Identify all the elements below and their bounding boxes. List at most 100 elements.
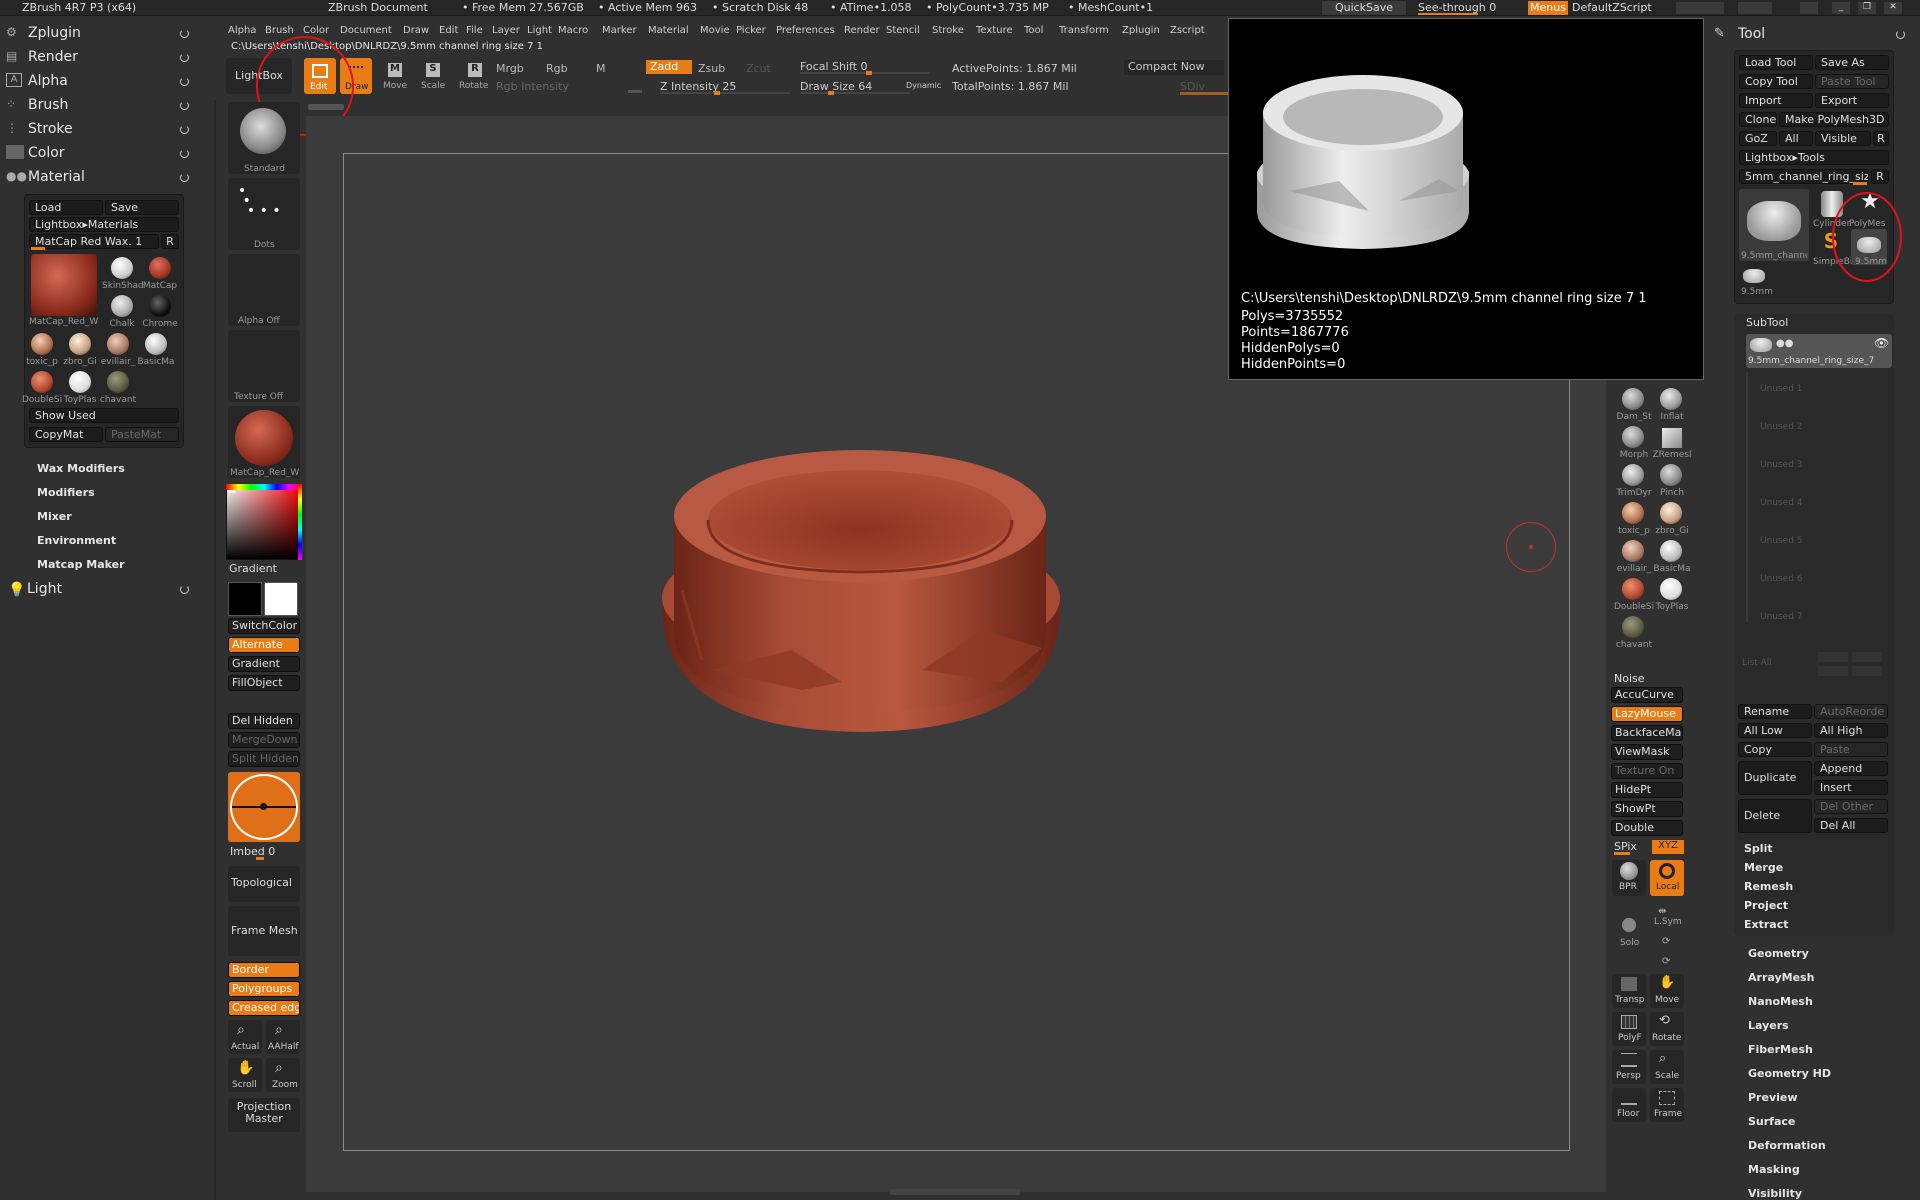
toyplastic-swatch[interactable] xyxy=(69,371,91,393)
frame-button[interactable]: Frame xyxy=(1650,1088,1684,1122)
refresh-icon[interactable] xyxy=(180,173,189,182)
main-color-swatch[interactable] xyxy=(228,582,262,616)
copy-tool-button[interactable]: Copy Tool xyxy=(1739,74,1813,89)
mergedown-button[interactable]: MergeDown xyxy=(228,732,300,748)
toyplastic-material[interactable] xyxy=(1660,578,1682,600)
scroll-button[interactable]: ✋ Scroll xyxy=(228,1058,262,1092)
persp-button[interactable]: Persp xyxy=(1612,1050,1646,1084)
skinshade-swatch[interactable] xyxy=(111,257,133,279)
aahalf-button[interactable]: ⌕ AAHalf xyxy=(266,1020,300,1054)
refresh-icon[interactable] xyxy=(1896,30,1905,39)
restore-icon[interactable]: ❐ xyxy=(1858,2,1876,14)
menu-movie[interactable]: Movie xyxy=(700,25,730,36)
border-button[interactable]: Border xyxy=(228,962,300,978)
save-material-button[interactable]: Save xyxy=(105,200,179,215)
switchcolor-button[interactable]: SwitchColor xyxy=(228,618,300,634)
refresh-icon[interactable] xyxy=(180,125,189,134)
close-icon[interactable]: ✕ xyxy=(1884,2,1902,14)
floor-button[interactable]: Floor xyxy=(1612,1088,1646,1122)
menu-material-left[interactable]: Material xyxy=(28,169,85,185)
skin-buttons[interactable] xyxy=(1738,2,1772,14)
toxic-material[interactable] xyxy=(1622,502,1644,524)
tool-title[interactable]: Tool xyxy=(1738,26,1765,42)
solo-button[interactable]: Solo xyxy=(1612,914,1646,950)
rgb-button[interactable]: Rgb xyxy=(546,62,568,75)
all-low-button[interactable]: All Low xyxy=(1738,723,1812,738)
toxic-swatch[interactable] xyxy=(31,333,53,355)
visible-button[interactable]: Visible xyxy=(1815,131,1871,146)
project-submenu[interactable]: Project xyxy=(1744,899,1788,912)
subtool-row-active[interactable]: ●● 👁 9.5mm_channel_ring_size_7 xyxy=(1746,334,1892,368)
dots-stroke-button[interactable]: • • • • • Dots xyxy=(228,178,300,250)
chalk-swatch[interactable] xyxy=(111,295,133,317)
save-as-button[interactable]: Save As xyxy=(1815,55,1889,70)
import-button[interactable]: Import xyxy=(1739,93,1813,108)
preview-submenu[interactable]: Preview xyxy=(1748,1091,1798,1104)
ring-model[interactable] xyxy=(652,420,1072,740)
evillair-swatch[interactable] xyxy=(107,333,129,355)
refresh-icon[interactable] xyxy=(180,585,189,594)
rotate-button[interactable]: R Rotate xyxy=(458,60,492,94)
menu-marker[interactable]: Marker xyxy=(602,25,637,36)
matcap-red-wax-preview[interactable] xyxy=(31,254,97,316)
bpr-button[interactable]: BPR xyxy=(1612,860,1646,896)
menu-edit[interactable]: Edit xyxy=(439,25,458,36)
menu-color-left[interactable]: Color xyxy=(28,145,65,161)
mixer-submenu[interactable]: Mixer xyxy=(37,510,72,523)
clone-button[interactable]: Clone xyxy=(1739,112,1777,127)
default-zscript[interactable]: DefaultZScript xyxy=(1572,1,1652,14)
arrow-left-button[interactable] xyxy=(1818,666,1848,676)
current-tool-slider[interactable]: 5mm_channel_ring_siz xyxy=(1739,169,1869,184)
arraymesh-submenu[interactable]: ArrayMesh xyxy=(1748,971,1814,984)
duplicate-button[interactable]: Duplicate xyxy=(1738,761,1812,795)
active-tool-thumb[interactable]: 9.5mm_channel xyxy=(1739,189,1809,261)
menu-alpha-left[interactable]: Alpha xyxy=(28,73,68,89)
trimdynamic-brush[interactable] xyxy=(1622,464,1644,486)
minimize-icon[interactable]: _ xyxy=(1832,2,1850,14)
r-button[interactable]: R xyxy=(161,234,179,249)
hidept-button[interactable]: HidePt xyxy=(1611,782,1683,798)
current-material-slider[interactable]: MatCap Red Wax. 1 xyxy=(29,234,159,249)
xpose-icon[interactable]: ⟳ xyxy=(1662,936,1674,948)
polyf-button[interactable]: PolyF xyxy=(1612,1012,1646,1046)
menu-preferences[interactable]: Preferences xyxy=(776,25,835,36)
move-up-button[interactable] xyxy=(1818,652,1848,662)
menu-color[interactable]: Color xyxy=(303,25,329,36)
del-all-button[interactable]: Del All xyxy=(1814,818,1888,833)
creased-edges-button[interactable]: Creased edg xyxy=(228,1000,300,1016)
subtool-title[interactable]: SubTool xyxy=(1746,316,1788,329)
load-tool-button[interactable]: Load Tool xyxy=(1739,55,1813,70)
evillair-material[interactable] xyxy=(1622,540,1644,562)
quicksave-button[interactable]: QuickSave xyxy=(1322,1,1406,15)
menu-zscript[interactable]: Zscript xyxy=(1170,25,1205,36)
chavant-material[interactable] xyxy=(1622,616,1644,638)
menu-zplugin[interactable]: Zplugin xyxy=(1122,25,1160,36)
doublesided-material[interactable] xyxy=(1622,578,1644,600)
ring-thumb-small[interactable] xyxy=(1743,269,1765,283)
viewmask-button[interactable]: ViewMask xyxy=(1611,744,1683,760)
wax-modifiers-submenu[interactable]: Wax Modifiers xyxy=(37,462,125,475)
delete-button[interactable]: Delete xyxy=(1738,799,1812,833)
menu-stroke-left[interactable]: Stroke xyxy=(28,121,73,137)
insert-button[interactable]: Insert xyxy=(1814,780,1888,795)
chrome-swatch[interactable] xyxy=(149,295,171,317)
zoom-button[interactable]: ⌕ Zoom xyxy=(266,1058,300,1092)
menu-picker[interactable]: Picker xyxy=(736,25,766,36)
refresh-icon[interactable] xyxy=(180,149,189,158)
visibility-submenu[interactable]: Visibility xyxy=(1748,1187,1802,1200)
accucurve-button[interactable]: AccuCurve xyxy=(1611,687,1683,703)
del-hidden-button[interactable]: Del Hidden xyxy=(228,713,300,729)
surface-submenu[interactable]: Surface xyxy=(1748,1115,1795,1128)
basicmaterial[interactable] xyxy=(1660,540,1682,562)
modifiers-submenu[interactable]: Modifiers xyxy=(37,486,95,499)
compact-now-button[interactable]: Compact Now xyxy=(1124,60,1224,75)
fibermesh-submenu[interactable]: FiberMesh xyxy=(1748,1043,1813,1056)
imbed-dial[interactable] xyxy=(228,772,300,842)
chavant-swatch[interactable] xyxy=(107,371,129,393)
split-hidden-button[interactable]: Split Hidden xyxy=(228,751,300,767)
standard-brush-button[interactable]: Standard xyxy=(228,102,300,174)
morph-brush[interactable] xyxy=(1622,426,1644,448)
export-button[interactable]: Export xyxy=(1815,93,1889,108)
all-button[interactable]: All xyxy=(1779,131,1813,146)
secondary-color-swatch[interactable] xyxy=(264,582,298,616)
